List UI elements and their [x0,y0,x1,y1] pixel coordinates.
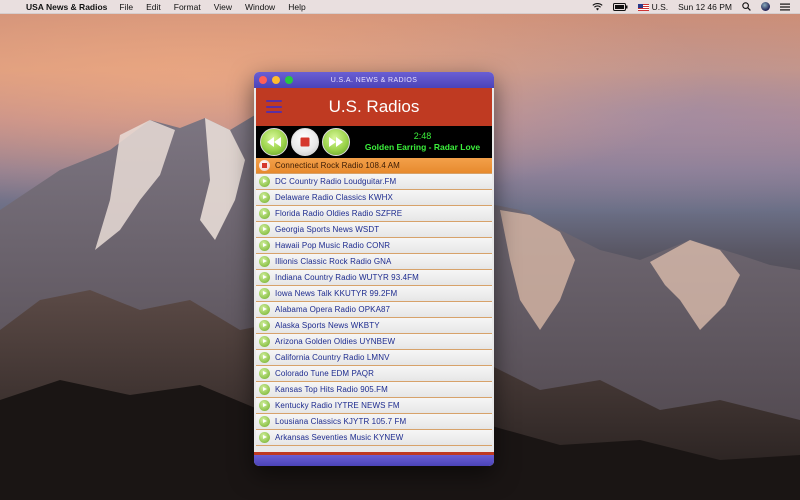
status-area: U.S. Sun 12 46 PM [592,2,800,12]
play-icon [259,192,270,203]
play-icon [259,240,270,251]
wifi-icon[interactable] [592,2,603,11]
station-label: Lousiana Classics KJYTR 105.7 FM [275,417,407,426]
station-label: Georgia Sports News WSDT [275,225,380,234]
station-row[interactable]: Florida Radio Oldies Radio SZFRE [256,206,492,222]
station-row[interactable]: Alabama Opera Radio OPKA87 [256,302,492,318]
station-row[interactable]: DC Country Radio Loudguitar.FM [256,174,492,190]
station-row[interactable]: Hawaii Pop Music Radio CONR [256,238,492,254]
input-source-label: U.S. [651,1,669,12]
station-label: Kentucky Radio IYTRE NEWS FM [275,401,400,410]
play-icon [259,256,270,267]
play-icon [259,432,270,443]
siri-icon[interactable] [761,2,770,11]
play-icon [259,320,270,331]
station-row-active[interactable]: Connecticut Rock Radio 108.4 AM [256,158,492,174]
clock[interactable]: Sun 12 46 PM [678,2,732,12]
station-label: Iowa News Talk KKUTYR 99.2FM [275,289,398,298]
station-label: California Country Radio LMNV [275,353,390,362]
station-row[interactable]: Delaware Radio Classics KWHX [256,190,492,206]
macos-menu-bar: USA News & Radios File Edit Format View … [0,0,800,14]
play-icon [259,304,270,315]
station-label: Delaware Radio Classics KWHX [275,193,393,202]
window-title: U.S.A. NEWS & RADIOS [330,76,418,84]
station-row[interactable]: Illionis Classic Rock Radio GNA [256,254,492,270]
station-row[interactable]: Kentucky Radio IYTRE NEWS FM [256,398,492,414]
station-label: Alabama Opera Radio OPKA87 [275,305,391,314]
play-icon [259,288,270,299]
input-source-menu[interactable]: U.S. [637,1,669,12]
rewind-button[interactable] [260,128,288,156]
station-row[interactable]: Arizona Golden Oldies UYNBEW [256,334,492,350]
stop-button[interactable] [291,128,319,156]
station-label: Arkansas Seventies Music KYNEW [275,433,404,442]
play-icon [259,416,270,427]
now-playing-title: Golden Earring - Radar Love [364,142,481,152]
menu-edit[interactable]: Edit [146,2,161,12]
menu-view[interactable]: View [214,2,232,12]
app-header: U.S. Radios [256,88,492,126]
app-window: U.S.A. NEWS & RADIOS U.S. Radios 2:48 Go… [254,72,494,466]
station-label: Connecticut Rock Radio 108.4 AM [275,161,400,170]
station-label: Alaska Sports News WKBTY [275,321,380,330]
page-title: U.S. Radios [328,97,420,116]
station-label: Kansas Top Hits Radio 905.FM [275,385,388,394]
play-icon [259,384,270,395]
minimize-window-button[interactable] [272,76,280,84]
station-row[interactable]: Georgia Sports News WSDT [256,222,492,238]
battery-icon[interactable] [612,2,628,11]
play-icon [259,336,270,347]
window-titlebar[interactable]: U.S.A. NEWS & RADIOS [254,72,494,88]
player-bar: 2:48 Golden Earring - Radar Love [256,126,492,158]
play-icon [259,208,270,219]
station-row[interactable]: Alaska Sports News WKBTY [256,318,492,334]
play-icon [259,272,270,283]
now-playing: 2:48 Golden Earring - Radar Love [353,131,492,153]
play-icon [259,224,270,235]
stop-icon [300,137,310,147]
fast-forward-icon [329,137,343,147]
play-icon [259,176,270,187]
play-icon [259,368,270,379]
station-label: Illionis Classic Rock Radio GNA [275,257,392,266]
menu-file[interactable]: File [119,2,133,12]
menu-help[interactable]: Help [288,2,305,12]
close-window-button[interactable] [259,76,267,84]
station-label: Florida Radio Oldies Radio SZFRE [275,209,403,218]
station-row[interactable]: Lousiana Classics KJYTR 105.7 FM [256,414,492,430]
fast-forward-button[interactable] [322,128,350,156]
window-footer [254,452,494,466]
station-row[interactable]: Iowa News Talk KKUTYR 99.2FM [256,286,492,302]
menu-window[interactable]: Window [245,2,275,12]
app-menu[interactable]: USA News & Radios [26,2,107,12]
station-row[interactable]: Indiana Country Radio WUTYR 93.4FM [256,270,492,286]
station-label: Arizona Golden Oldies UYNBEW [275,337,396,346]
zoom-window-button[interactable] [285,76,293,84]
playback-time: 2:48 [413,131,432,141]
menu-format[interactable]: Format [174,2,201,12]
us-flag-icon [637,3,649,11]
window-controls [259,76,293,84]
play-icon [259,400,270,411]
station-row[interactable]: Kansas Top Hits Radio 905.FM [256,382,492,398]
notification-center-icon[interactable] [780,3,790,11]
play-icon [259,352,270,363]
rewind-icon [267,137,281,147]
spotlight-search-icon[interactable] [742,2,751,11]
station-label: Colorado Tune EDM PAQR [275,369,374,378]
station-label: Indiana Country Radio WUTYR 93.4FM [275,273,419,282]
station-label: Hawaii Pop Music Radio CONR [275,241,391,250]
stop-icon [259,160,270,171]
station-label: DC Country Radio Loudguitar.FM [275,177,397,186]
hamburger-menu-icon[interactable] [266,100,282,113]
station-row[interactable]: Colorado Tune EDM PAQR [256,366,492,382]
station-row[interactable]: California Country Radio LMNV [256,350,492,366]
station-list: Connecticut Rock Radio 108.4 AM DC Count… [256,158,492,446]
station-row[interactable]: Arkansas Seventies Music KYNEW [256,430,492,446]
